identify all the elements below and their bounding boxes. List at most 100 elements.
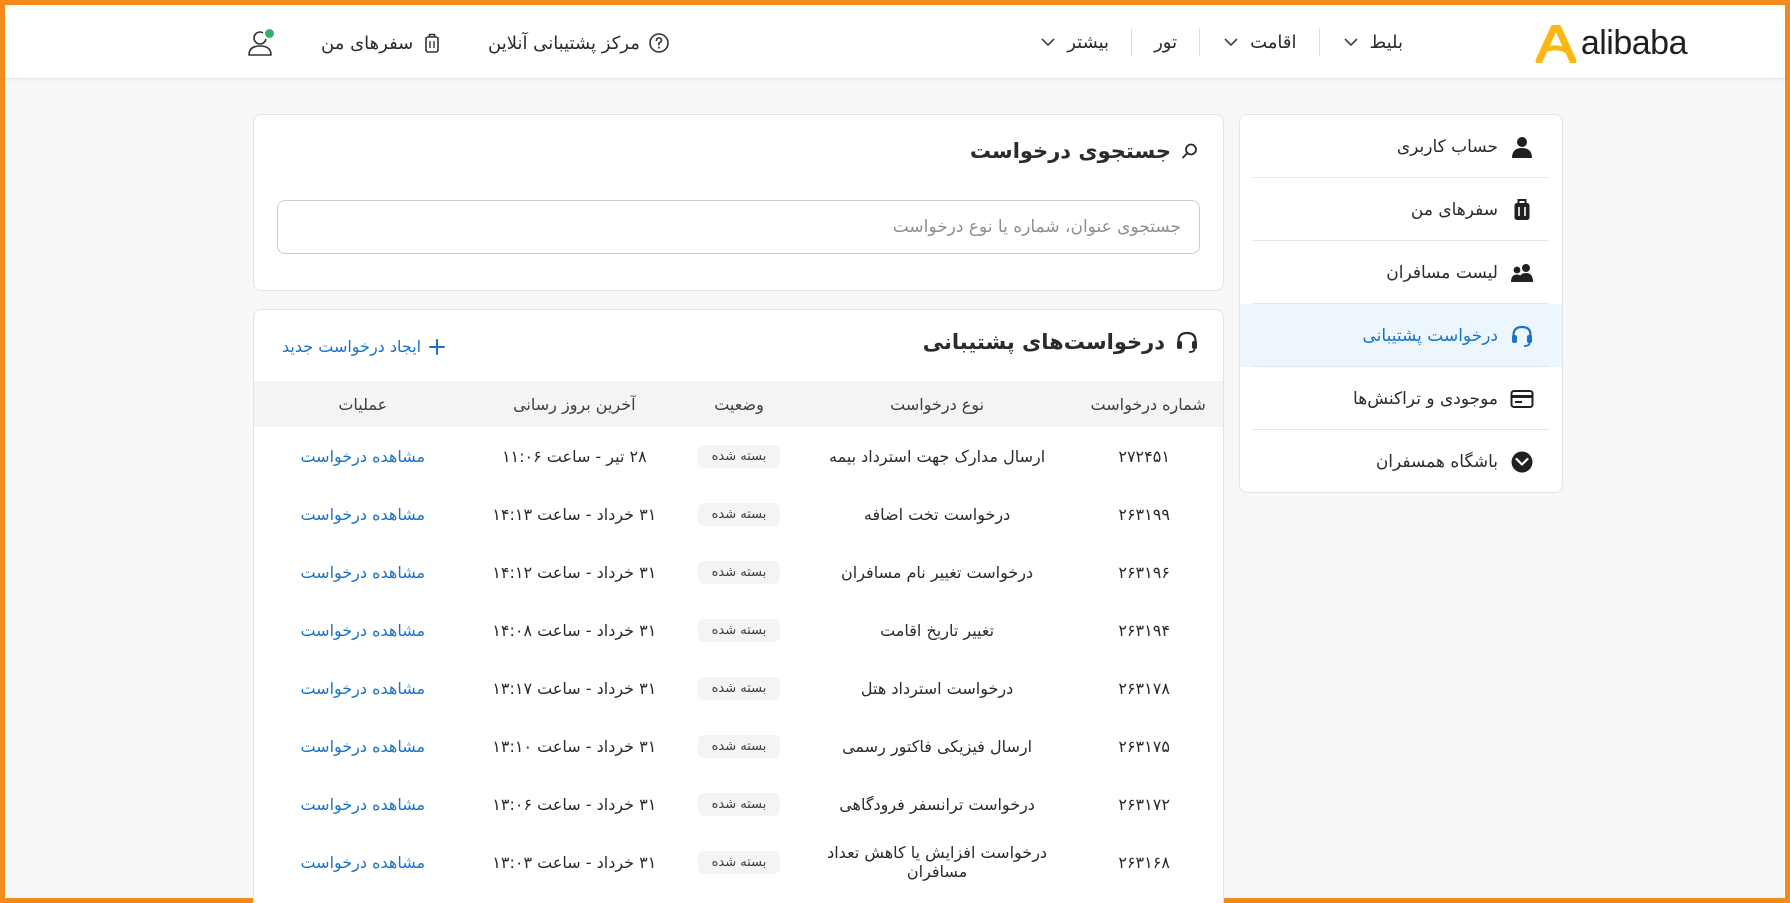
request-number: ۲۶۳۱۹۶	[1118, 562, 1170, 582]
request-number: ۲۶۳۱۷۸	[1118, 678, 1170, 698]
request-type: درخواست افزایش یا کاهش تعداد مسافران	[827, 843, 1048, 881]
table-row: ۲۶۳۱۷۲ درخواست ترانسفر فرودگاهی بسته شده…	[254, 775, 1223, 833]
status-badge: بسته شده	[697, 734, 781, 758]
column-header: عملیات	[338, 394, 388, 414]
nav-item-ticket[interactable]: بلیط	[1320, 25, 1426, 59]
table-row: ۲۶۳۱۹۹ درخواست تخت اضافه بسته شده ۳۱ خرد…	[254, 485, 1223, 543]
sidebar-item-label: موجودی و تراکنش‌ها	[1353, 388, 1498, 409]
table-row: ۲۶۳۱۹۴ تغییر تاریخ اقامت بسته شده ۳۱ خرد…	[254, 601, 1223, 659]
new-request-button[interactable]: ایجاد درخواست جدید	[282, 337, 446, 356]
column-header: آخرین بروز رسانی	[513, 394, 636, 414]
nav-item-accommodation[interactable]: اقامت	[1200, 25, 1318, 59]
request-number: ۲۶۳۱۷۲	[1118, 794, 1170, 814]
sidebar-item-label: حساب کاربری	[1396, 136, 1498, 157]
top-header: alibaba بلیط اقامت تور بیشتر مرکز پشتیبا…	[5, 5, 1785, 79]
search-icon	[1182, 143, 1197, 159]
request-type: ارسال فیزیکی فاکتور رسمی	[842, 736, 1033, 756]
view-request-link[interactable]: مشاهده درخواست	[300, 795, 425, 814]
column-header: شماره درخواست	[1090, 394, 1206, 414]
status-badge: بسته شده	[697, 850, 781, 874]
new-request-label: ایجاد درخواست جدید	[282, 337, 422, 356]
column-header: نوع درخواست	[890, 394, 985, 414]
headset-icon	[1177, 331, 1197, 353]
club-icon	[1511, 451, 1533, 472]
nav-divider	[1131, 28, 1133, 56]
nav-item-label: بلیط	[1369, 31, 1404, 53]
last-update: ۳۱ خرداد - ساعت ۱۳:۰۳	[492, 852, 657, 872]
column-header: وضعیت	[714, 394, 764, 414]
plus-icon	[429, 338, 446, 355]
request-type: ارسال مدارک جهت استرداد بیمه	[828, 446, 1046, 466]
view-request-link[interactable]: مشاهده درخواست	[300, 737, 425, 756]
table-row: ۲۶۳۱۷۵ ارسال فیزیکی فاکتور رسمی بسته شده…	[254, 717, 1223, 775]
logo-text: alibaba	[1580, 24, 1688, 62]
request-number: ۲۶۳۱۶۸	[1118, 852, 1170, 872]
status-badge: بسته شده	[697, 560, 781, 584]
table-row: ۲۷۲۴۵۱ ارسال مدارک جهت استرداد بیمه بسته…	[254, 427, 1223, 485]
requests-card-title: درخواست‌های پشتیبانی	[923, 330, 1199, 354]
sidebar-item-label: لیست مسافران	[1386, 262, 1498, 283]
main-nav: بلیط اقامت تور بیشتر	[1017, 5, 1425, 79]
headset-icon	[1512, 325, 1532, 347]
my-trips-label: سفرهای من	[321, 32, 414, 54]
sidebar-item-support-request[interactable]: درخواست پشتیبانی	[1240, 304, 1562, 367]
view-request-link[interactable]: مشاهده درخواست	[300, 679, 425, 698]
user-account-button[interactable]	[241, 27, 276, 61]
support-center-link[interactable]: مرکز پشتیبانی آنلاین	[488, 32, 670, 54]
my-trips-link[interactable]: سفرهای من	[321, 32, 443, 54]
sidebar-item-club[interactable]: باشگاه همسفران	[1240, 430, 1562, 492]
search-input[interactable]	[277, 200, 1200, 254]
online-status-badge	[263, 27, 276, 40]
requests-table: شماره درخواست نوع درخواست وضعیت آخرین بر…	[254, 381, 1223, 891]
last-update: ۳۱ خرداد - ساعت ۱۳:۱۷	[492, 678, 657, 698]
sidebar-item-account[interactable]: حساب کاربری	[1240, 115, 1562, 178]
suitcase-icon	[425, 33, 440, 53]
nav-item-tour[interactable]: تور	[1132, 25, 1199, 59]
sidebar-item-my-trips[interactable]: سفرهای من	[1240, 178, 1562, 241]
requests-title-text: درخواست‌های پشتیبانی	[922, 330, 1165, 354]
account-sidebar: حساب کاربری سفرهای من لیست مسافران درخوا…	[1239, 114, 1563, 493]
table-row: ۲۶۳۱۶۸ درخواست افزایش یا کاهش تعداد مساف…	[254, 833, 1223, 891]
alibaba-logo[interactable]: alibaba	[1535, 24, 1688, 63]
nav-divider	[1318, 28, 1320, 56]
view-request-link[interactable]: مشاهده درخواست	[300, 563, 425, 582]
request-number: ۲۶۳۱۹۹	[1118, 504, 1170, 524]
support-center-label: مرکز پشتیبانی آنلاین	[488, 32, 640, 54]
chevron-down-icon	[1224, 38, 1238, 47]
last-update: ۳۱ خرداد - ساعت ۱۴:۰۸	[492, 620, 657, 640]
view-request-link[interactable]: مشاهده درخواست	[300, 447, 425, 466]
request-number: ۲۶۳۱۷۵	[1118, 736, 1170, 756]
last-update: ۳۱ خرداد - ساعت ۱۴:۱۲	[492, 562, 657, 582]
status-badge: بسته شده	[697, 444, 781, 468]
table-row: ۲۶۳۱۹۶ درخواست تغییر نام مسافران بسته شد…	[254, 543, 1223, 601]
view-request-link[interactable]: مشاهده درخواست	[300, 621, 425, 640]
search-request-card: جستجوی درخواست	[253, 114, 1224, 291]
request-type: تغییر تاریخ اقامت	[880, 620, 995, 640]
last-update: ۳۱ خرداد - ساعت ۱۳:۱۰	[492, 736, 657, 756]
card-icon	[1510, 389, 1534, 408]
question-circle-icon	[649, 33, 669, 53]
sidebar-item-label: باشگاه همسفران	[1375, 451, 1498, 472]
request-type: درخواست تخت اضافه	[863, 504, 1011, 524]
last-update: ۳۱ خرداد - ساعت ۱۳:۰۶	[492, 794, 657, 814]
nav-divider	[1199, 28, 1201, 56]
request-number: ۲۷۲۴۵۱	[1118, 446, 1170, 466]
sidebar-item-passengers[interactable]: لیست مسافران	[1240, 241, 1562, 304]
view-request-link[interactable]: مشاهده درخواست	[300, 853, 425, 872]
last-update: ۳۱ خرداد - ساعت ۱۴:۱۳	[492, 504, 657, 524]
request-type: درخواست استرداد هتل	[860, 678, 1014, 698]
nav-item-label: اقامت	[1250, 31, 1297, 53]
view-request-link[interactable]: مشاهده درخواست	[300, 505, 425, 524]
status-badge: بسته شده	[697, 618, 781, 642]
support-requests-card: درخواست‌های پشتیبانی ایجاد درخواست جدید …	[253, 309, 1224, 903]
nav-item-more[interactable]: بیشتر	[1017, 25, 1131, 59]
nav-item-label: بیشتر	[1067, 31, 1110, 53]
sidebar-item-balance[interactable]: موجودی و تراکنش‌ها	[1240, 367, 1562, 430]
sidebar-item-label: درخواست پشتیبانی	[1362, 325, 1498, 346]
search-title-text: جستجوی درخواست	[969, 139, 1171, 163]
request-type: درخواست ترانسفر فرودگاهی	[839, 794, 1035, 814]
chevron-down-icon	[1343, 38, 1358, 47]
request-type: درخواست تغییر نام مسافران	[841, 562, 1034, 582]
alibaba-logo-icon	[1535, 24, 1577, 63]
table-header: شماره درخواست نوع درخواست وضعیت آخرین بر…	[254, 381, 1223, 427]
